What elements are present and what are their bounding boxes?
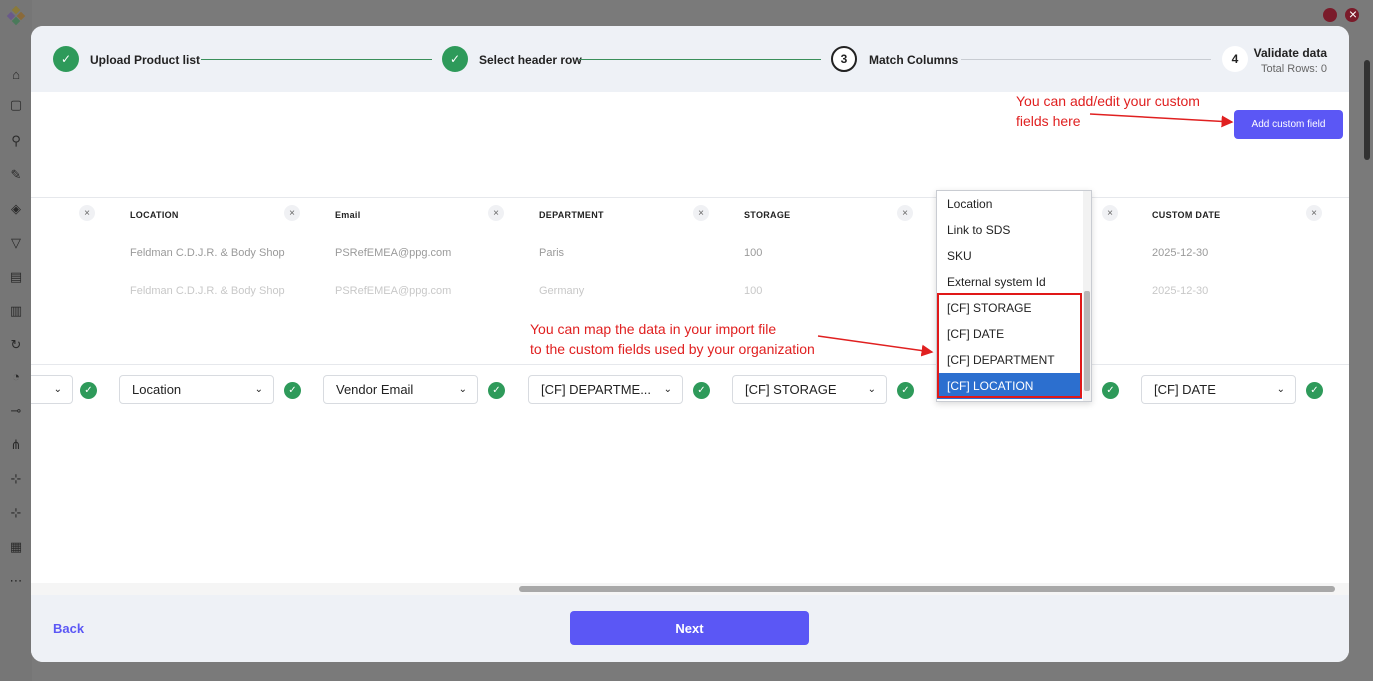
- match-check-icon: ✓: [1306, 382, 1323, 399]
- column-header: CUSTOM DATE: [1152, 210, 1221, 220]
- layers-icon: ◈: [11, 201, 21, 216]
- select-value: [CF] DATE: [1154, 382, 1216, 397]
- next-button[interactable]: Next: [570, 611, 809, 645]
- column-mapping-select[interactable]: Location ⌄: [119, 375, 274, 404]
- remove-column-icon[interactable]: ×: [897, 205, 913, 221]
- stepper: ✓ Upload Product list ✓ Select header ro…: [31, 26, 1349, 92]
- horizontal-scrollbar[interactable]: [31, 583, 1349, 595]
- match-check-icon: ✓: [1102, 382, 1119, 399]
- gauge-icon: ◔: [12, 369, 20, 384]
- step-connector: [579, 59, 821, 60]
- table-cell: Feldman C.D.J.R. & Body Shop: [130, 285, 285, 297]
- column-mapping-select[interactable]: [CF] DATE ⌄: [1141, 375, 1296, 404]
- table-cell: PSRefEMEA@ppg.com: [335, 247, 452, 259]
- step-4-number: 4: [1222, 46, 1248, 72]
- step-1-label: Upload Product list: [90, 53, 201, 67]
- match-check-icon: ✓: [284, 382, 301, 399]
- dropdown-option[interactable]: SKU: [937, 243, 1082, 269]
- column-header: LOCATION: [130, 210, 179, 220]
- pin-icon: ⚲: [11, 133, 21, 148]
- page-scrollbar[interactable]: [1363, 50, 1371, 670]
- column-mapping-select[interactable]: ⌄: [31, 375, 73, 404]
- remove-column-icon[interactable]: ×: [79, 205, 95, 221]
- barcode-icon: ▥: [9, 303, 23, 318]
- close-icon[interactable]: ×: [1349, 6, 1357, 22]
- column-header: Email: [335, 210, 361, 220]
- remove-column-icon[interactable]: ×: [693, 205, 709, 221]
- network-icon: ⋔: [10, 437, 22, 452]
- remove-column-icon[interactable]: ×: [284, 205, 300, 221]
- match-check-icon: ✓: [693, 382, 710, 399]
- total-rows: Total Rows: 0: [1260, 63, 1327, 75]
- step-2-check-icon: ✓: [442, 46, 468, 72]
- background-sidebar: ⌂ ▢ ⚲ ✎ ◈ ▽ ▤ ▥ ↻ ◔ ⊸ ⋔ ⊹ ⊹ ▦ ⋯: [0, 0, 32, 681]
- step-2-label: Select header row: [479, 53, 582, 67]
- custom-field-note-line2: fields here: [1016, 113, 1081, 129]
- map-note-line1: You can map the data in your import file: [530, 321, 777, 337]
- chevron-down-icon: ⌄: [458, 384, 467, 395]
- wrench-icon: ✎: [10, 167, 22, 182]
- column-header: DEPARTMENT: [539, 210, 604, 220]
- select-value: Vendor Email: [336, 382, 414, 397]
- annotation-highlight-box: [937, 293, 1082, 398]
- back-button[interactable]: Back: [53, 621, 84, 636]
- nodes-icon: ⊹: [10, 505, 22, 520]
- filter-icon: ▽: [11, 235, 21, 250]
- box-icon: ▢: [9, 97, 23, 112]
- dropdown-option[interactable]: Location: [937, 191, 1082, 217]
- refresh-icon: ↻: [10, 337, 22, 352]
- chevron-down-icon: ⌄: [1276, 384, 1285, 395]
- table-cell: 2025-12-30: [1152, 247, 1209, 259]
- chevron-down-icon: ⌄: [867, 384, 876, 395]
- column-mapping-select[interactable]: [CF] DEPARTME... ⌄: [528, 375, 683, 404]
- match-check-icon: ✓: [488, 382, 505, 399]
- step-connector: [201, 59, 432, 60]
- select-value: Location: [132, 382, 182, 397]
- flow-icon: ⊸: [10, 403, 22, 418]
- select-value: [CF] STORAGE: [745, 382, 837, 397]
- match-check-icon: ✓: [80, 382, 97, 399]
- step-4-label: Validate data: [1253, 46, 1327, 60]
- logo-icon: [6, 6, 26, 26]
- step-3-label: Match Columns: [869, 53, 959, 67]
- step-connector: [961, 59, 1211, 60]
- import-modal: ✓ Upload Product list ✓ Select header ro…: [31, 26, 1349, 662]
- table-cell: Germany: [539, 285, 585, 297]
- table-cell: PSRefEMEA@ppg.com: [335, 285, 452, 297]
- map-note-line2: to the custom fields used by your organi…: [530, 341, 815, 357]
- chevron-down-icon: ⌄: [663, 384, 672, 395]
- table-cell: 100: [744, 247, 763, 259]
- step-1-check-icon: ✓: [53, 46, 79, 72]
- column-mapping-select[interactable]: Vendor Email ⌄: [323, 375, 478, 404]
- tree-icon: ⊹: [10, 471, 22, 486]
- table-cell: Paris: [539, 247, 565, 259]
- modal-footer: Back Next: [31, 595, 1349, 662]
- custom-field-note-line1: You can add/edit your custom: [1016, 93, 1200, 109]
- dropdown-option[interactable]: External system Id: [937, 269, 1082, 295]
- column-mapping-select[interactable]: [CF] STORAGE ⌄: [732, 375, 887, 404]
- column-header: STORAGE: [744, 210, 791, 220]
- more-icon: ⋯: [9, 573, 23, 588]
- report-icon: ▦: [9, 539, 23, 554]
- table-cell: Feldman C.D.J.R. & Body Shop: [130, 247, 285, 259]
- remove-column-icon[interactable]: ×: [1102, 205, 1118, 221]
- document-icon: ▤: [9, 269, 23, 284]
- dropdown-option[interactable]: Link to SDS: [937, 217, 1082, 243]
- notification-icon: [1323, 8, 1337, 22]
- add-custom-field-button[interactable]: Add custom field: [1234, 110, 1343, 139]
- home-icon: ⌂: [12, 67, 20, 82]
- chevron-down-icon: ⌄: [53, 384, 62, 395]
- select-value: [CF] DEPARTME...: [541, 382, 652, 397]
- remove-column-icon[interactable]: ×: [488, 205, 504, 221]
- remove-column-icon[interactable]: ×: [1306, 205, 1322, 221]
- step-3-number: 3: [831, 46, 857, 72]
- chevron-down-icon: ⌄: [254, 384, 263, 395]
- match-check-icon: ✓: [897, 382, 914, 399]
- table-cell: 100: [744, 285, 763, 297]
- dropdown-scrollbar[interactable]: [1083, 191, 1091, 401]
- table-cell: 2025-12-30: [1152, 285, 1209, 297]
